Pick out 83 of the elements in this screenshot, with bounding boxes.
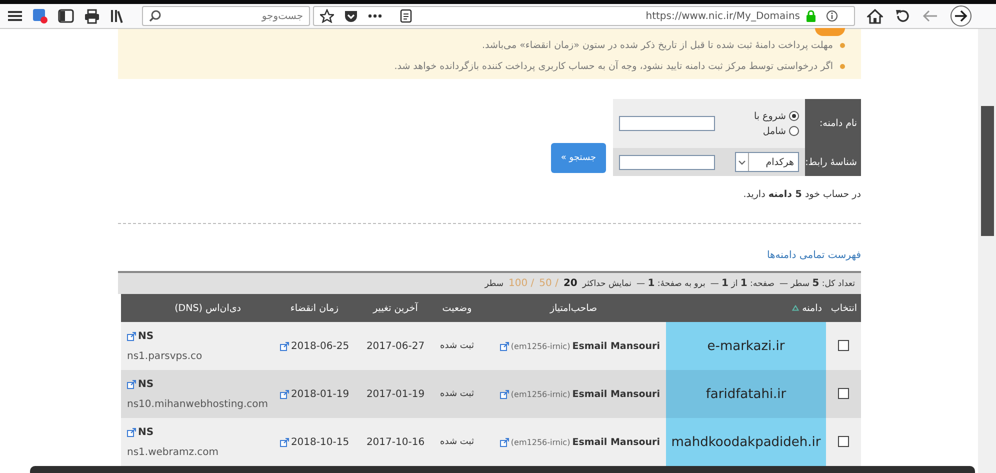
domain-cell[interactable]: faridfatahi.ir bbox=[666, 370, 826, 418]
pocket-icon[interactable] bbox=[344, 10, 358, 22]
field-label: شناسهٔ رابط: bbox=[805, 148, 861, 176]
date-text: 2018-10-15 bbox=[290, 436, 350, 448]
dns-server: ns1.parsvps.co bbox=[127, 350, 202, 362]
bullet-icon bbox=[840, 42, 845, 48]
external-link-icon[interactable] bbox=[127, 332, 136, 340]
dns-label: NS bbox=[138, 330, 154, 342]
back-icon[interactable] bbox=[922, 10, 938, 22]
status-text: ثبت شده bbox=[440, 341, 474, 351]
external-link-icon[interactable] bbox=[500, 342, 509, 350]
owner-name: Esmail Mansouri bbox=[572, 340, 660, 352]
radio-label: شروع با bbox=[754, 110, 786, 122]
notice-text: اگر درخواستی توسط مرکز ثبت دامنه تایید نشود، وجه آن به حساب کاربری پرداخت کننده بازگردانده خواهد شد. bbox=[394, 60, 833, 72]
star-icon[interactable] bbox=[320, 9, 334, 23]
external-link-icon[interactable] bbox=[280, 342, 289, 350]
external-link-icon[interactable] bbox=[500, 390, 509, 398]
external-link-icon[interactable] bbox=[500, 438, 509, 446]
scrollbar[interactable] bbox=[978, 29, 996, 473]
list-title-link[interactable]: فهرست تمامی دامنه‌ها bbox=[118, 250, 861, 261]
more-icon[interactable] bbox=[368, 14, 382, 18]
url-text: https://www.nic.ir/My_Domains bbox=[646, 10, 800, 22]
date-text: 2017-10-16 bbox=[366, 436, 425, 448]
page-size-option[interactable]: 20 bbox=[563, 278, 578, 289]
owner-name: Esmail Mansouri bbox=[572, 436, 660, 448]
dns-label: NS bbox=[138, 426, 154, 438]
checkbox[interactable] bbox=[838, 388, 849, 400]
column-header[interactable]: دامنه bbox=[802, 302, 822, 314]
dns-label: NS bbox=[138, 378, 154, 390]
page-size-unit: سطر bbox=[484, 278, 504, 288]
external-link-icon[interactable] bbox=[280, 438, 289, 446]
status-text: ثبت شده bbox=[440, 437, 474, 447]
owner-handle: (em1256-irnic) bbox=[510, 342, 570, 350]
caret-icon bbox=[738, 160, 746, 164]
column-header: زمان انقضاء bbox=[290, 302, 339, 314]
input-field[interactable] bbox=[619, 154, 715, 170]
input-field[interactable] bbox=[619, 116, 715, 131]
reload-icon[interactable] bbox=[895, 8, 910, 24]
dns-server: ns10.mihanwebhosting.com bbox=[127, 398, 268, 410]
summary-text: در حساب خود 5 دامنه دارید. bbox=[742, 189, 861, 200]
column-header: دی‌ان‌اس (DNS) bbox=[174, 302, 241, 314]
column-header: انتخاب bbox=[830, 302, 857, 314]
owner-handle: (em1256-irnic) bbox=[510, 390, 570, 398]
date-text: 2018-01-19 bbox=[290, 388, 350, 400]
external-link-icon[interactable] bbox=[127, 428, 136, 436]
owner-handle: (em1256-irnic) bbox=[510, 438, 570, 446]
library-icon[interactable] bbox=[110, 9, 126, 23]
checkbox[interactable] bbox=[838, 436, 849, 448]
date-text: 2017-06-27 bbox=[366, 340, 425, 352]
notice-text: مهلت پرداخت دامنهٔ ثبت شده تا قبل از تاریخ ذکر شده در ستون «زمان انقضاء» می‌باشد. bbox=[482, 40, 833, 50]
owner-name: Esmail Mansouri bbox=[572, 388, 660, 400]
date-text: 2018-06-25 bbox=[290, 340, 350, 352]
field-label: نام دامنه: bbox=[805, 99, 861, 148]
forward-icon[interactable] bbox=[950, 5, 972, 27]
sidebar-icon[interactable] bbox=[58, 9, 74, 23]
home-icon[interactable] bbox=[867, 8, 883, 24]
column-header: آخرین تغییر bbox=[373, 302, 418, 314]
bullet-icon bbox=[840, 64, 845, 68]
search-field[interactable]: جست‌وجو bbox=[142, 6, 310, 26]
page-size-label: نمایش حداکثر bbox=[582, 278, 632, 288]
external-link-icon[interactable] bbox=[127, 380, 136, 388]
column-header: وضعیت bbox=[442, 302, 472, 314]
checkbox[interactable] bbox=[838, 340, 849, 352]
status-text: ثبت شده bbox=[440, 389, 474, 399]
radio-button[interactable] bbox=[789, 111, 799, 121]
dns-server: ns1.webramz.com bbox=[127, 446, 219, 458]
dropdown[interactable]: هرکدام bbox=[735, 152, 799, 172]
radio-button[interactable] bbox=[789, 126, 799, 136]
column-header: صاحب‌امتیاز bbox=[550, 302, 598, 314]
printer-icon[interactable] bbox=[84, 8, 100, 24]
scrollbar-thumb[interactable] bbox=[981, 106, 994, 236]
radio-label: شامل bbox=[762, 126, 786, 136]
address-bar[interactable]: https://www.nic.ir/My_Domains bbox=[313, 6, 855, 26]
info-icon[interactable] bbox=[826, 10, 838, 22]
menu-icon[interactable] bbox=[8, 10, 22, 22]
external-link-icon[interactable] bbox=[280, 390, 289, 398]
sort-icon[interactable] bbox=[792, 304, 800, 310]
domain-cell[interactable]: e-markazi.ir bbox=[666, 322, 826, 370]
reader-icon[interactable] bbox=[400, 9, 412, 23]
search-icon bbox=[149, 10, 161, 22]
date-text: 2017-01-19 bbox=[366, 388, 425, 400]
lock-icon bbox=[806, 10, 816, 22]
domain-cell[interactable]: mahdkoodakpadideh.ir bbox=[666, 418, 826, 466]
